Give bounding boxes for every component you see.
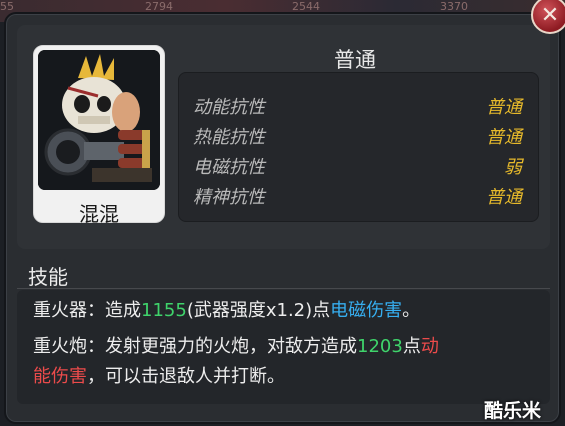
skill-damage-type: 动 — [420, 336, 439, 357]
skill-text: (武器强度x1.2)点 — [186, 300, 331, 321]
resistance-type-title: 普通 — [334, 48, 376, 72]
close-button[interactable]: ✕ — [531, 0, 565, 34]
resistance-value: 普通 — [486, 187, 522, 208]
resistance-value: 普通 — [486, 97, 522, 118]
skill-text: 。 — [402, 300, 421, 321]
skill-damage-number: 1155 — [141, 300, 187, 321]
skills-title: 技能 — [28, 265, 68, 289]
resistance-row-kinetic: 动能抗性 普通 — [179, 93, 538, 121]
resistance-label: 电磁抗性 — [193, 157, 265, 178]
resistance-label: 精神抗性 — [193, 187, 265, 208]
divider — [17, 288, 550, 289]
bg-number: 55 — [0, 0, 14, 13]
skill-text: 点 — [402, 336, 421, 357]
punk-skull-mask-character-icon — [38, 50, 160, 190]
skill-heavy-weapon: 重火器：造成1155(武器强度x1.2)点电磁伤害。 — [33, 296, 420, 326]
resistance-value: 普通 — [486, 127, 522, 148]
resistance-label: 热能抗性 — [193, 127, 265, 148]
skill-damage-type: 能伤害 — [33, 366, 87, 387]
resistance-row-electromagnetic: 电磁抗性 弱 — [179, 153, 538, 181]
character-card: 混混 — [33, 45, 165, 226]
skill-text: ，可以击退敌人并打断。 — [87, 366, 285, 387]
resistance-row-thermal: 热能抗性 普通 — [179, 123, 538, 151]
skills-list: 重火器：造成1155(武器强度x1.2)点电磁伤害。 重火炮：发射更强力的火炮，… — [17, 290, 550, 404]
skill-damage-number: 1203 — [357, 336, 403, 357]
close-icon: ✕ — [540, 2, 560, 28]
resistance-table: 动能抗性 普通 热能抗性 普通 电磁抗性 弱 精神抗性 普通 — [178, 72, 539, 222]
resistance-row-psychic: 精神抗性 普通 — [179, 183, 538, 211]
resistance-label: 动能抗性 — [193, 97, 265, 118]
skill-text: 造成 — [105, 300, 141, 321]
skill-damage-type: 电磁伤害 — [330, 300, 403, 321]
watermark: 酷乐米 — [484, 400, 542, 422]
skill-name: 重火器 — [33, 300, 87, 321]
skill-text: 发射更强力的火炮，对敌方造成 — [105, 336, 357, 357]
skill-heavy-cannon: 重火炮：发射更强力的火炮，对敌方造成1203点动能伤害，可以击退敌人并打断。 — [33, 332, 439, 392]
skill-separator: ： — [87, 336, 105, 357]
character-name: 混混 — [79, 202, 119, 226]
skill-name: 重火炮 — [33, 336, 87, 357]
skill-separator: ： — [87, 300, 105, 321]
resistance-value: 弱 — [504, 157, 522, 178]
